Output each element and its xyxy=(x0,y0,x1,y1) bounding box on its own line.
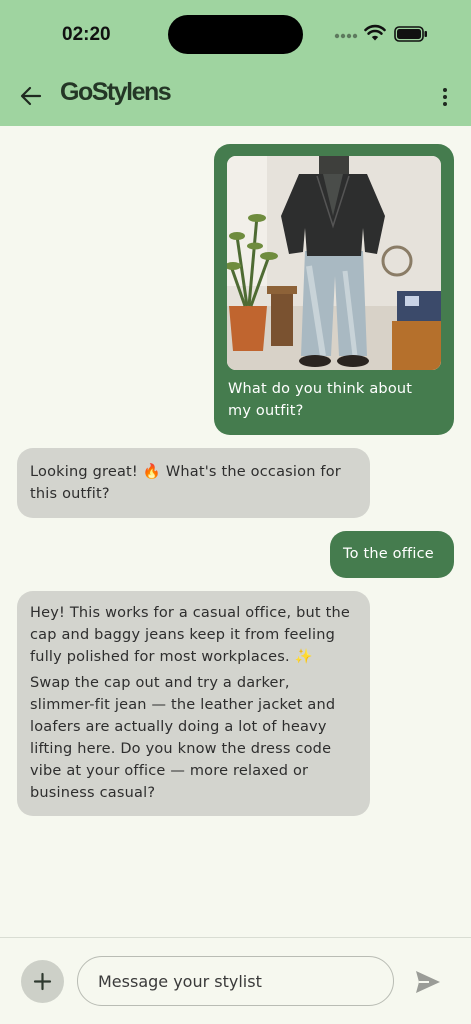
message-paragraph: Swap the cap out and try a darker, slimm… xyxy=(30,675,336,801)
dynamic-island xyxy=(168,15,303,54)
message-text: Looking great! 🔥 What's the occasion for… xyxy=(30,464,341,502)
app-header: 02:20 GoStylens xyxy=(0,0,471,126)
outgoing-message-bubble[interactable]: To the office xyxy=(330,531,454,578)
status-time: 02:20 xyxy=(62,24,111,45)
plus-icon xyxy=(33,972,52,991)
composer-divider xyxy=(0,937,471,938)
outgoing-message-bubble[interactable]: What do you think about my outfit? xyxy=(214,144,454,435)
more-vertical-icon[interactable] xyxy=(436,86,454,108)
battery-icon xyxy=(394,26,427,42)
outfit-photo[interactable] xyxy=(227,156,441,370)
app-logo: GoStylens xyxy=(60,78,172,106)
incoming-message-bubble[interactable]: Hey! This works for a casual office, but… xyxy=(17,591,370,816)
message-paragraph: Hey! This works for a casual office, but… xyxy=(30,605,350,665)
message-text: To the office xyxy=(343,546,434,562)
signal-dots-icon xyxy=(334,33,358,39)
arrow-left-icon[interactable] xyxy=(18,84,44,108)
wifi-icon xyxy=(364,24,386,41)
message-text: What do you think about my outfit? xyxy=(228,381,413,419)
send-icon[interactable] xyxy=(414,969,442,995)
message-input[interactable] xyxy=(77,956,394,1006)
attach-button[interactable] xyxy=(21,960,64,1003)
incoming-message-bubble[interactable]: Looking great! 🔥 What's the occasion for… xyxy=(17,448,370,518)
